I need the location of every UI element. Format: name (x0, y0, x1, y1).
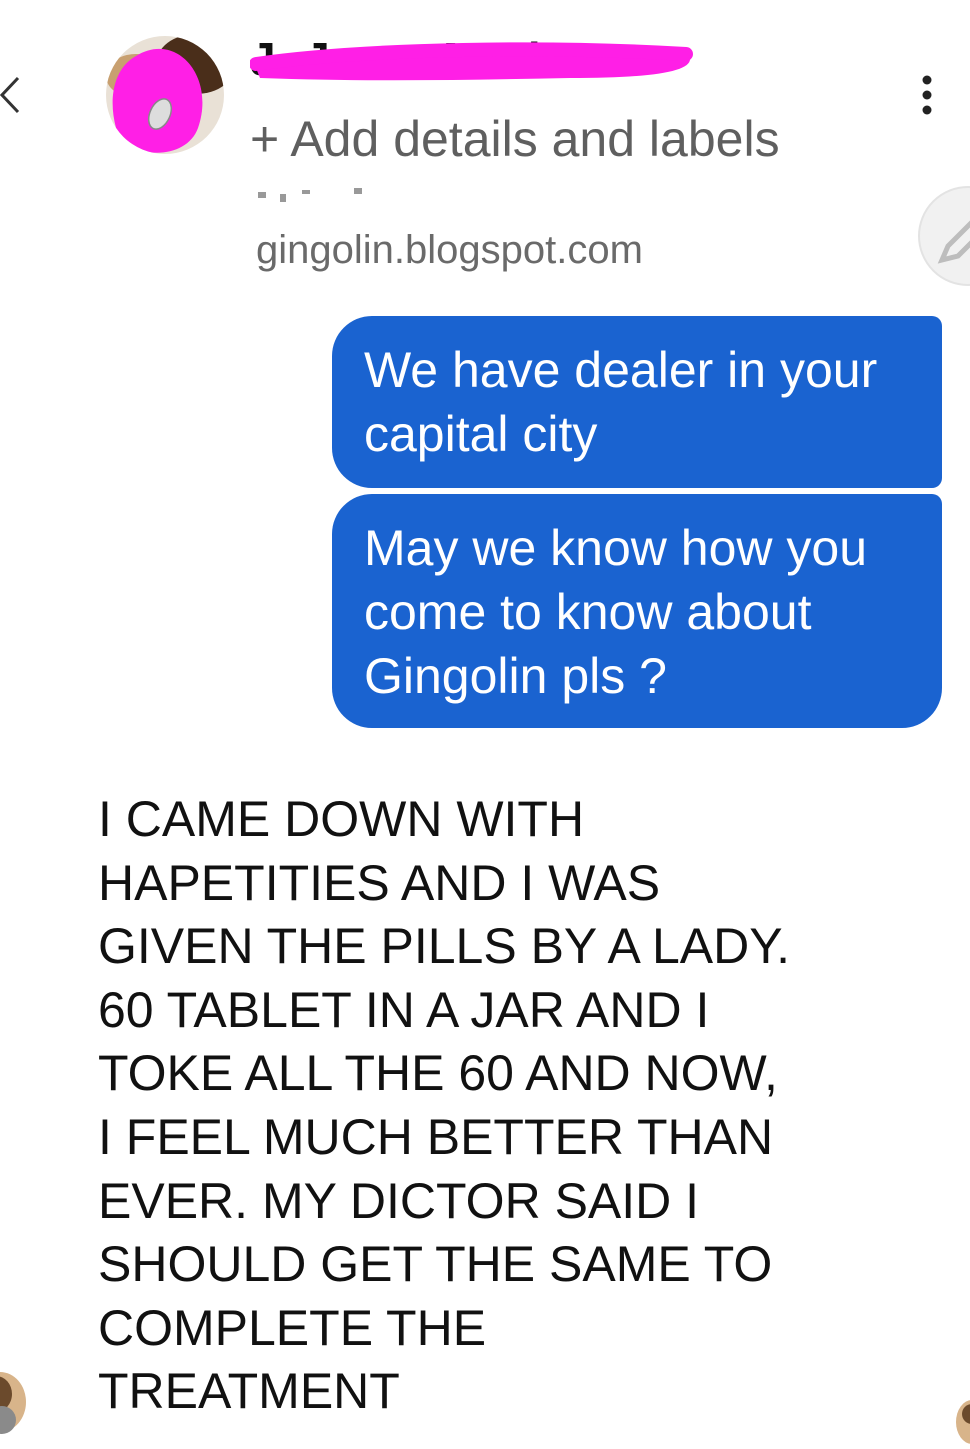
read-receipt-avatar (950, 1396, 970, 1446)
contact-avatar[interactable] (106, 36, 224, 154)
clipped-preview-text (258, 188, 362, 202)
more-options-button[interactable] (910, 72, 944, 118)
sent-message[interactable]: We have dealer in your capital city (332, 316, 942, 488)
add-details-labels-link[interactable]: + Add details and labels (250, 110, 780, 168)
back-button[interactable] (0, 70, 34, 120)
sender-avatar (0, 1372, 36, 1442)
pencil-icon (937, 220, 970, 264)
redaction-scribble (250, 42, 693, 81)
received-message[interactable]: I CAME DOWN WITH HAPETITIES AND I WAS GI… (98, 788, 858, 1424)
more-vertical-icon (922, 75, 932, 115)
edit-button[interactable] (918, 186, 970, 286)
link-preview-domain[interactable]: gingolin.blogspot.com (256, 228, 643, 273)
sent-message[interactable]: May we know how you come to know about G… (332, 494, 942, 728)
chevron-left-icon (0, 76, 20, 114)
